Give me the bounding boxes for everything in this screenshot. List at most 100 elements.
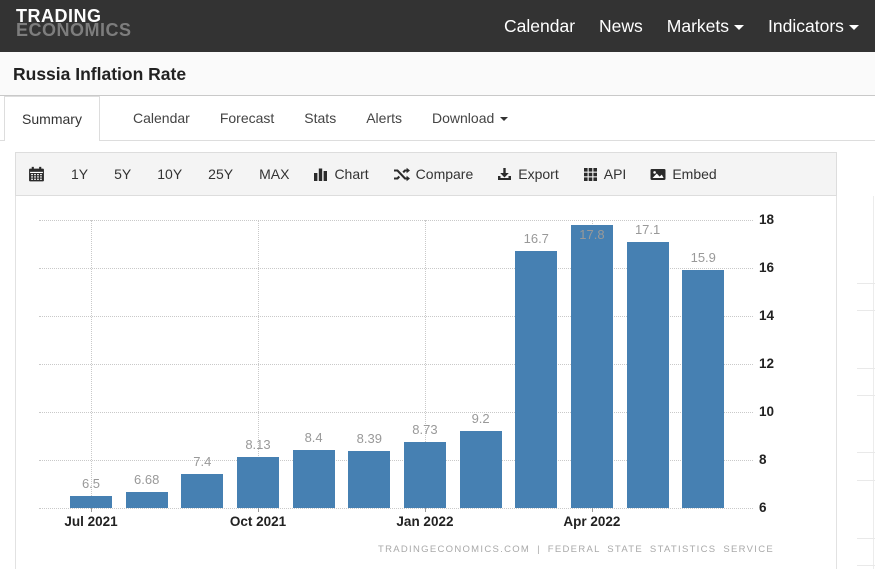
x-axis-tick [91,508,92,512]
gridline [39,508,753,509]
chart-plot[interactable]: 681012141618Jul 2021Oct 2021Jan 2022Apr … [16,196,836,569]
bar[interactable] [237,457,279,508]
bar[interactable] [682,270,724,508]
x-axis-tick-label: Oct 2021 [218,514,298,529]
bar-value-label: 8.4 [284,430,344,445]
logo-line2: ECONOMICS [16,23,132,37]
right-column-row-divider [857,283,875,284]
bar-value-label: 8.73 [395,422,455,437]
bar[interactable] [70,496,112,508]
bar[interactable] [126,492,168,508]
bar[interactable] [571,225,613,508]
right-column-row-divider [857,452,875,453]
bar[interactable] [181,474,223,508]
embed-button[interactable]: Embed [650,166,716,182]
range-10y-button[interactable]: 10Y [157,166,182,182]
nav-item-markets[interactable]: Markets [667,16,744,37]
x-axis-tick [592,508,593,512]
nav-item-label: News [599,16,643,37]
bar-value-label: 17.1 [618,222,678,237]
bar[interactable] [627,242,669,508]
nav-items: Calendar News Markets Indicators [504,0,859,52]
action-label: Compare [416,166,474,182]
tab-label: Calendar [133,96,190,140]
bar[interactable] [293,450,335,508]
action-label: Export [518,166,558,182]
tab-summary[interactable]: Summary [4,96,100,141]
tab-calendar[interactable]: Calendar [118,96,205,140]
bar-value-label: 17.8 [562,227,622,242]
tab-label: Forecast [220,96,274,140]
tab-alerts[interactable]: Alerts [351,96,417,140]
y-axis-tick-label: 18 [759,212,774,227]
tab-bar: Summary Calendar Forecast Stats Alerts D… [0,96,875,141]
range-label: MAX [259,166,289,182]
right-column-row-divider [857,480,875,481]
bar-value-label: 6.68 [117,472,177,487]
action-label: Embed [672,166,716,182]
action-label: Chart [334,166,368,182]
right-column-edge [873,196,874,569]
nav-item-indicators[interactable]: Indicators [768,16,859,37]
right-column-row-divider [857,368,875,369]
tab-forecast[interactable]: Forecast [205,96,289,140]
nav-item-label: Markets [667,16,729,37]
x-axis-tick [258,508,259,512]
bar[interactable] [515,251,557,508]
bar[interactable] [348,451,390,508]
bar-value-label: 8.13 [228,437,288,452]
compare-button[interactable]: Compare [393,166,474,182]
date-range-calendar-button[interactable] [28,166,45,183]
bar-value-label: 15.9 [673,250,733,265]
y-axis-tick-label: 6 [759,500,767,515]
chart-attribution: TRADINGECONOMICS.COM | FEDERAL STATE STA… [378,544,774,555]
bar-value-label: 8.39 [339,431,399,446]
chart-type-button[interactable]: Chart [313,166,368,182]
range-1y-button[interactable]: 1Y [71,166,88,182]
y-axis-tick-label: 14 [759,308,774,323]
right-column-row-divider [857,565,875,566]
right-column-row-divider [857,395,875,396]
bar-value-label: 6.5 [61,476,121,491]
bar[interactable] [460,431,502,508]
bar-value-label: 16.7 [506,231,566,246]
right-column-row-divider [857,310,875,311]
chart-toolbar: 1Y 5Y 10Y 25Y MAX Chart [15,152,837,196]
range-max-button[interactable]: MAX [259,166,289,182]
bar-value-label: 7.4 [172,454,232,469]
embed-image-icon [650,167,666,182]
bar-value-label: 9.2 [451,411,511,426]
api-button[interactable]: API [583,166,627,182]
range-25y-button[interactable]: 25Y [208,166,233,182]
y-axis-tick-label: 12 [759,356,774,371]
gridline [91,220,92,508]
tab-stats[interactable]: Stats [289,96,351,140]
range-label: 5Y [114,166,131,182]
bar[interactable] [404,442,446,508]
top-nav: TRADING ECONOMICS Calendar News Markets … [0,0,875,52]
nav-item-label: Calendar [504,16,575,37]
api-grid-icon [583,167,598,182]
compare-shuffle-icon [393,167,410,182]
page-title: Russia Inflation Rate [13,64,186,85]
page: TRADING ECONOMICS Calendar News Markets … [0,0,875,569]
action-label: API [604,166,627,182]
right-column-row-divider [857,538,875,539]
export-button[interactable]: Export [497,166,558,182]
tab-label: Summary [22,97,82,141]
range-5y-button[interactable]: 5Y [114,166,131,182]
y-axis-tick-label: 10 [759,404,774,419]
nav-item-news[interactable]: News [599,16,643,37]
chevron-down-icon [500,117,508,121]
nav-item-calendar[interactable]: Calendar [504,16,575,37]
chart-panel: 681012141618Jul 2021Oct 2021Jan 2022Apr … [15,196,837,569]
tab-download[interactable]: Download [417,96,523,140]
x-axis-tick [425,508,426,512]
y-axis-tick-label: 8 [759,452,767,467]
nav-item-label: Indicators [768,16,844,37]
x-axis-tick-label: Apr 2022 [552,514,632,529]
range-label: 1Y [71,166,88,182]
tab-label: Stats [304,96,336,140]
export-download-icon [497,167,512,182]
logo[interactable]: TRADING ECONOMICS [16,9,132,37]
